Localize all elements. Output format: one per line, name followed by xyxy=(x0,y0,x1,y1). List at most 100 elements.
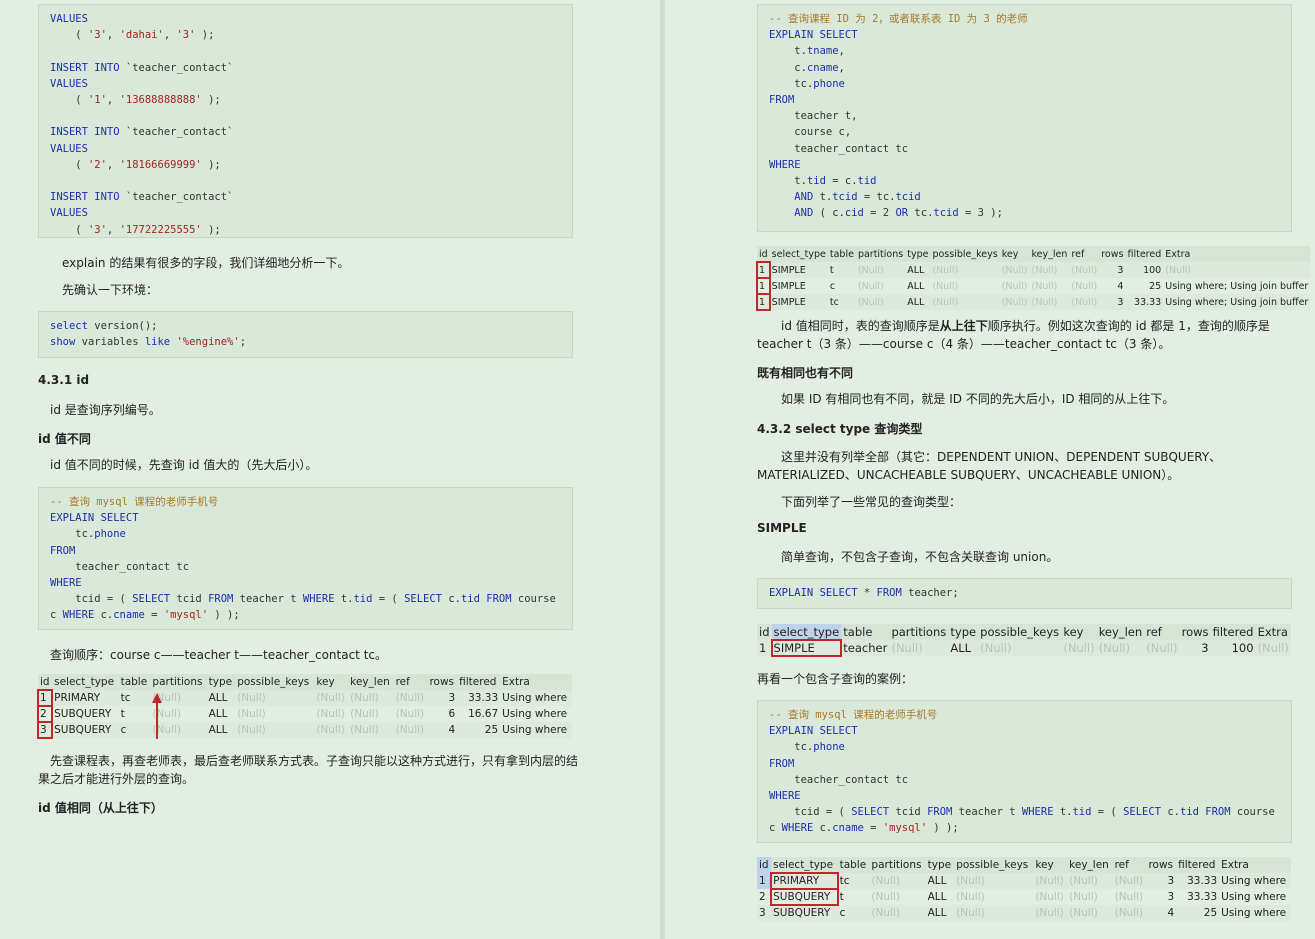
column-header: rows xyxy=(1099,246,1126,262)
heading-simple: SIMPLE xyxy=(757,521,807,535)
table-header-row: id select_type table partitions type possible… xyxy=(757,624,1291,640)
table-cell: (Null) xyxy=(1069,294,1100,310)
column-header: select_type xyxy=(769,246,828,262)
column-header: key_len xyxy=(1029,246,1070,262)
table-cell: 3 xyxy=(36,721,54,739)
id-different-text: id 值不同的时候，先查询 id 值大的（先大后小）。 xyxy=(50,458,318,472)
column-header: table xyxy=(827,246,856,262)
id-same-text-a: id 值相同时，表的查询顺序是 xyxy=(781,319,940,333)
column-header: type xyxy=(905,246,931,262)
up-arrow-icon xyxy=(152,693,162,739)
column-header: type xyxy=(206,674,236,690)
column-header: select_type xyxy=(771,857,838,873)
column-header: id xyxy=(757,624,772,640)
table-cell: 3 xyxy=(1099,294,1126,310)
table-cell: (Null) xyxy=(954,905,1034,921)
table-cell: ALL xyxy=(925,905,955,921)
simple-code-block: EXPLAIN SELECT * FROM teacher; xyxy=(757,578,1292,609)
table-cell: ALL xyxy=(208,708,228,720)
table-cell: (Null) xyxy=(1144,640,1180,656)
table-cell: ALL xyxy=(905,262,931,278)
column-header: table xyxy=(841,624,890,640)
table-cell: ALL xyxy=(905,294,931,310)
table-cell: 33.33 xyxy=(1125,294,1164,310)
table-cell: (Null) xyxy=(1029,294,1070,310)
table-cell: (Null) xyxy=(1067,873,1113,889)
table-cell: (Null) xyxy=(1112,905,1147,921)
env-check-text: 先确认一下环境： xyxy=(62,283,159,297)
table-cell: Using where xyxy=(500,722,572,738)
id-same-text-bold: 从上往下 xyxy=(939,319,988,333)
table-cell: 100 xyxy=(1125,262,1164,278)
column-header: key xyxy=(314,674,349,690)
table-cell: (Null) xyxy=(235,722,315,738)
column-header: partitions xyxy=(889,624,949,640)
table-cell: (Null) xyxy=(1069,891,1098,903)
column-header: partitions xyxy=(869,857,926,873)
section-heading-432: 4.3.2 select type 查询类型 xyxy=(757,422,923,436)
table-cell: (Null) xyxy=(1114,891,1144,903)
column-header: filtered xyxy=(1125,246,1164,262)
table-cell: 1 xyxy=(756,277,771,295)
table-header-row: id select_type table partitions type possible… xyxy=(757,857,1291,873)
table-cell: 3 xyxy=(757,905,772,921)
table-cell: ALL xyxy=(907,280,925,292)
table-cell: (Null) xyxy=(855,294,906,310)
table-cell: (Null) xyxy=(999,262,1030,278)
table-cell: (Null) xyxy=(855,262,906,278)
table-cell: (Null) xyxy=(978,640,1062,656)
column-header: id xyxy=(38,674,53,690)
table-row: 1 PRIMARY tc (Null) ALL (Null) (Null) (Null) (Nu… xyxy=(757,872,1291,890)
table-cell: 33.33 xyxy=(1176,873,1220,889)
explain-result-table: id select_type table partitions type possible… xyxy=(36,674,572,739)
column-header: key_len xyxy=(348,674,394,690)
table-cell: 25 xyxy=(457,722,501,738)
table-cell: (Null) xyxy=(1112,873,1147,889)
table-cell: (Null) xyxy=(237,708,266,720)
column-header: key xyxy=(999,246,1030,262)
column-header: filtered xyxy=(1210,624,1256,640)
table-cell: 25 xyxy=(1176,905,1220,921)
table-cell: 1 xyxy=(36,689,54,707)
table-cell: (Null) xyxy=(930,262,1000,278)
column-header: possible_keys xyxy=(978,624,1062,640)
column-header: select_type xyxy=(771,624,842,640)
section-heading-431: 4.3.1 id xyxy=(38,373,90,387)
version-code-block: select version(); show variables like '%… xyxy=(38,311,573,358)
query-order-text: 查询顺序：course c——teacher t——teacher_contac… xyxy=(50,648,387,662)
table-cell: ALL xyxy=(927,891,947,903)
table-cell: 3 xyxy=(427,690,458,706)
table-cell: (Null) xyxy=(393,690,428,706)
table-cell: 2 xyxy=(759,891,766,903)
table-cell: 3 xyxy=(1179,640,1211,656)
table-cell: (Null) xyxy=(1067,905,1113,921)
table-cell: PRIMARY xyxy=(52,690,119,706)
subquery-code-block-2: -- 查询 mysql 课程的老师手机号 EXPLAIN SELECT tc.p… xyxy=(757,700,1292,843)
table-cell: ALL xyxy=(206,690,236,706)
table-cell: tc xyxy=(827,294,856,310)
subquery-case-text: 再看一个包含子查询的案例： xyxy=(757,672,914,686)
column-header: key_len xyxy=(1067,857,1113,873)
table-cell: t xyxy=(839,891,844,903)
simple-desc-text: 简单查询，不包含子查询，不包含关联查询 union。 xyxy=(781,550,1059,564)
column-header: key xyxy=(1061,624,1097,640)
table-cell: (Null) xyxy=(1096,640,1145,656)
table-cell: 3 xyxy=(1167,891,1175,903)
heading-id-same: id 值相同（从上往下） xyxy=(38,801,163,815)
id-desc-text: id 是查询序列编号。 xyxy=(50,403,161,417)
join-explain-table: id select_type table partitions type possible… xyxy=(756,246,1311,311)
column-header: key_len xyxy=(1096,624,1145,640)
table-cell: 33.33 xyxy=(1187,891,1218,903)
table-cell: SUBQUERY xyxy=(52,722,119,738)
column-header: rows xyxy=(1146,857,1177,873)
table-cell: Using where xyxy=(1219,873,1291,889)
table-cell: Using where; Using join buffer xyxy=(1163,294,1311,310)
column-header: filtered xyxy=(457,674,501,690)
column-header: Extra xyxy=(1255,624,1291,640)
table-header-row: id select_type table partitions type possible… xyxy=(757,246,1311,262)
left-page: VALUES ( '3', 'dahai', '3' ); INSERT INT… xyxy=(0,0,660,939)
table-cell: (Null) xyxy=(857,280,884,292)
table-cell: 1 xyxy=(757,873,772,889)
id-same-text: id 值相同时，表的查询顺序是从上往下顺序执行。例如这次查询的 id 都是 1，… xyxy=(757,317,1287,353)
column-header: id xyxy=(757,246,770,262)
